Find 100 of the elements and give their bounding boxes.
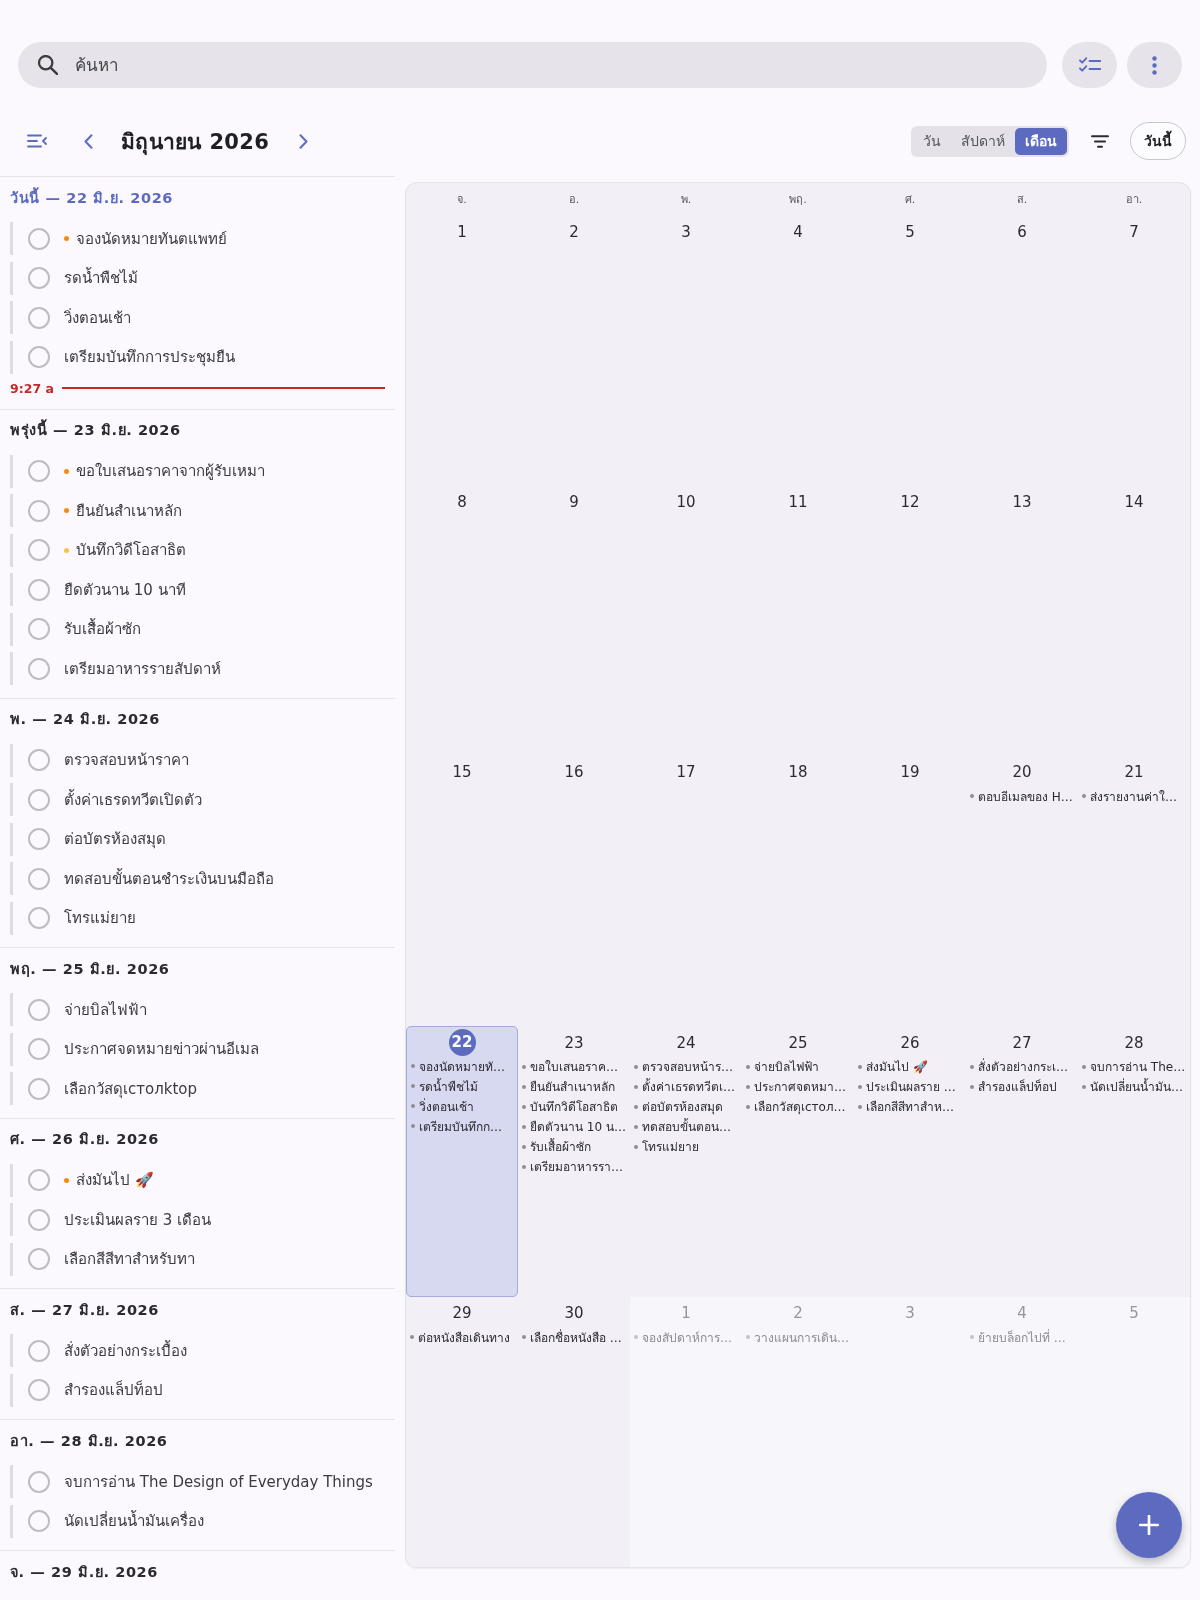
- event-title[interactable]: วิ่งตอนเช้า: [419, 1096, 474, 1116]
- task-checkbox[interactable]: [27, 499, 50, 522]
- day-cell[interactable]: 29 ต่อหนังสือเดินทาง: [406, 1296, 518, 1567]
- event-title[interactable]: สำรองแล็ปท็อป: [978, 1077, 1057, 1097]
- task-item[interactable]: ขอใบเสนอราคาจากผู้รับเหมา: [10, 454, 395, 488]
- view-tab[interactable]: สัปดาห์: [951, 127, 1015, 155]
- task-item[interactable]: เตรียมอาหารรายสัปดาห์: [10, 652, 395, 685]
- event-title[interactable]: เลือกชื่อหนังสือ …: [530, 1327, 622, 1347]
- day-cell[interactable]: 8: [406, 485, 518, 756]
- day-cell[interactable]: 21 ส่งรายงานค่าใ…: [1078, 755, 1190, 1027]
- task-checkbox[interactable]: [27, 306, 50, 329]
- event-title[interactable]: ต่อหนังสือเดินทาง: [418, 1327, 510, 1347]
- task-item[interactable]: จ่ายบิลไฟฟ้า: [10, 993, 395, 1026]
- task-checkbox[interactable]: [27, 346, 50, 368]
- task-checkbox[interactable]: [27, 657, 50, 680]
- task-item[interactable]: สั่งตัวอย่างกระเบื้อง: [10, 1334, 395, 1367]
- task-item[interactable]: ส่งมันไป 🚀: [10, 1163, 395, 1197]
- task-checkbox[interactable]: [27, 227, 50, 250]
- day-cell[interactable]: 7: [1078, 215, 1190, 486]
- task-checkbox[interactable]: [27, 267, 50, 289]
- task-checkbox[interactable]: [27, 788, 50, 811]
- task-item[interactable]: ต่อบัตรห้องสมุด: [10, 822, 395, 856]
- task-checkbox[interactable]: [27, 867, 50, 890]
- checklist-button[interactable]: [1062, 42, 1117, 88]
- view-tab[interactable]: วัน: [913, 127, 951, 155]
- day-cell[interactable]: 4: [742, 215, 854, 486]
- task-item[interactable]: ยืดตัวนาน 10 นาที: [10, 573, 395, 606]
- event-title[interactable]: โทรแม่ยาย: [642, 1137, 699, 1157]
- event-title[interactable]: ตั้งค่าเธรดทวีตเ…: [642, 1077, 735, 1097]
- task-item[interactable]: รดน้ำพืชไม้: [10, 261, 395, 295]
- task-item[interactable]: นัดเปลี่ยนน้ำมันเครื่อง: [10, 1504, 395, 1538]
- day-cell[interactable]: 13: [966, 485, 1078, 756]
- task-item[interactable]: เตรียมบันทึกการประชุมยืน: [10, 340, 395, 374]
- day-cell[interactable]: 5: [854, 215, 966, 486]
- task-checkbox[interactable]: [27, 1208, 50, 1231]
- task-item[interactable]: ยืนยันสำเนาหลัก: [10, 494, 395, 527]
- task-checkbox[interactable]: [27, 460, 50, 482]
- task-checkbox[interactable]: [27, 749, 50, 771]
- day-cell[interactable]: 10: [630, 485, 742, 756]
- task-item[interactable]: รับเสื้อผ้าซัก: [10, 612, 395, 646]
- task-item[interactable]: ตรวจสอบหน้าราคา: [10, 743, 395, 777]
- day-cell[interactable]: 11: [742, 485, 854, 756]
- day-cell[interactable]: 18: [742, 755, 854, 1027]
- event-title[interactable]: ยืนยันสำเนาหลัก: [530, 1077, 615, 1097]
- task-checkbox[interactable]: [27, 1077, 50, 1100]
- task-checkbox[interactable]: [27, 1038, 50, 1060]
- task-item[interactable]: เลือกวัสดุเстолktop: [10, 1072, 395, 1105]
- day-cell[interactable]: 24 ตรวจสอบหน้าร… ตั้งค่าเธรดทวีตเ… ต่อบัตรห้องสมุด ทดสอบขั้นตอน… โทรแม่ยาย: [630, 1026, 742, 1297]
- event-title[interactable]: ส่งรายงานค่าใ…: [1090, 786, 1177, 806]
- day-cell[interactable]: 12: [854, 485, 966, 756]
- day-cell[interactable]: 16: [518, 755, 630, 1027]
- task-checkbox[interactable]: [27, 539, 50, 561]
- task-item[interactable]: บันทึกวิดีโอสาธิต: [10, 533, 395, 567]
- task-checkbox[interactable]: [27, 1339, 50, 1362]
- day-cell[interactable]: 3: [630, 215, 742, 486]
- task-item[interactable]: ประกาศจดหมายข่าวผ่านอีเมล: [10, 1032, 395, 1066]
- event-title[interactable]: ยืดตัวนาน 10 น…: [530, 1117, 626, 1137]
- task-item[interactable]: วิ่งตอนเช้า: [10, 301, 395, 334]
- event-title[interactable]: จบการอ่าน The…: [1090, 1057, 1186, 1077]
- task-checkbox[interactable]: [27, 1510, 50, 1532]
- day-cell[interactable]: 25 จ่ายบิลไฟฟ้า ประกาศจดหมา… เลือกวัสดุเстол…: [742, 1026, 854, 1297]
- task-item[interactable]: สำรองแล็ปท็อป: [10, 1373, 395, 1407]
- event-title[interactable]: ประกาศจดหมา…: [754, 1077, 846, 1097]
- task-checkbox[interactable]: [27, 1470, 50, 1493]
- task-checkbox[interactable]: [27, 618, 50, 640]
- day-cell[interactable]: 27 สั่งตัวอย่างกระเ… สำรองแล็ปท็อป: [966, 1026, 1078, 1297]
- day-cell[interactable]: 17: [630, 755, 742, 1027]
- task-checkbox[interactable]: [27, 1379, 50, 1401]
- event-title[interactable]: ประเมินผลราย …: [866, 1077, 956, 1097]
- day-cell[interactable]: 23 ขอใบเสนอราค… ยืนยันสำเนาหลัก บันทึกวิดีโอสาธิต ยืดตัวนาน 10 น… รับเสื้อผ้าซัก เตรียมอาหารรา…: [518, 1026, 630, 1297]
- search-field[interactable]: ค้นหา: [18, 42, 1047, 88]
- task-item[interactable]: เลือกสีสีทาสำหรับทา: [10, 1242, 395, 1276]
- event-title[interactable]: ตรวจสอบหน้าร…: [642, 1057, 733, 1077]
- event-title[interactable]: สั่งตัวอย่างกระเ…: [978, 1057, 1068, 1077]
- event-title[interactable]: ต่อบัตรห้องสมุด: [642, 1097, 723, 1117]
- event-title[interactable]: รับเสื้อผ้าซัก: [530, 1137, 591, 1157]
- event-title[interactable]: บันทึกวิดีโอสาธิต: [530, 1097, 618, 1117]
- day-cell[interactable]: 1: [406, 215, 518, 486]
- today-button[interactable]: วันนี้: [1130, 122, 1186, 160]
- task-item[interactable]: ตั้งค่าเธรดทวีตเปิดตัว: [10, 783, 395, 816]
- task-checkbox[interactable]: [27, 578, 50, 601]
- day-cell[interactable]: 6: [966, 215, 1078, 486]
- event-title[interactable]: ขอใบเสนอราค…: [530, 1057, 618, 1077]
- day-cell[interactable]: 28 จบการอ่าน The… นัดเปลี่ยนน้ำมัน…: [1078, 1026, 1190, 1297]
- event-title[interactable]: เลือกวัสดุเстол…: [754, 1097, 846, 1117]
- task-checkbox[interactable]: [27, 907, 50, 929]
- day-cell[interactable]: 22 จองนัดหมายทั… รดน้ำพืชไม้ วิ่งตอนเช้า เตรียมบันทึกก…: [406, 1026, 518, 1297]
- day-cell[interactable]: 15: [406, 755, 518, 1027]
- task-item[interactable]: โทรแม่ยาย: [10, 901, 395, 935]
- event-title[interactable]: เตรียมอาหารรา…: [530, 1157, 623, 1177]
- task-checkbox[interactable]: [27, 1248, 50, 1270]
- view-tab[interactable]: เดือน: [1015, 127, 1067, 155]
- task-checkbox[interactable]: [27, 1169, 50, 1191]
- day-cell[interactable]: 14: [1078, 485, 1190, 756]
- task-item[interactable]: จบการอ่าน The Design of Everyday Things: [10, 1465, 395, 1498]
- event-title[interactable]: นัดเปลี่ยนน้ำมัน…: [1090, 1077, 1183, 1097]
- event-title[interactable]: เลือกสีสีทาสำห…: [866, 1097, 954, 1117]
- task-checkbox[interactable]: [27, 998, 50, 1021]
- event-title[interactable]: จองนัดหมายทั…: [419, 1056, 505, 1076]
- day-cell[interactable]: 30 เลือกชื่อหนังสือ …: [518, 1296, 630, 1567]
